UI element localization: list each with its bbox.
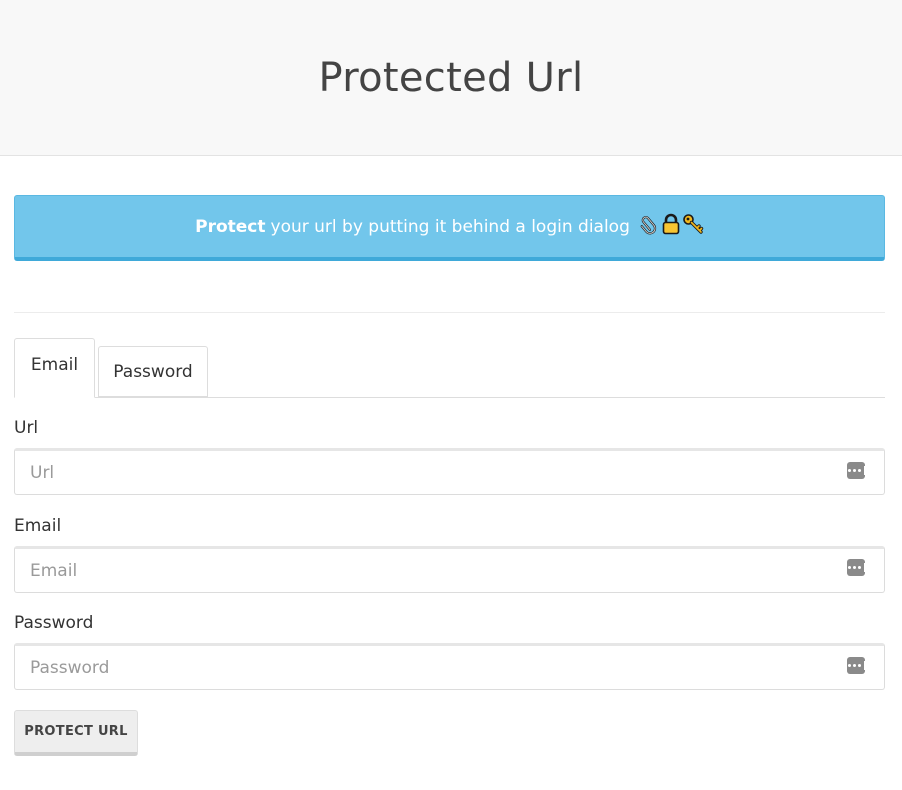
info-banner: Protect your url by putting it behind a … — [14, 195, 885, 261]
password-manager-icon[interactable] — [847, 462, 865, 479]
banner-text: your url by putting it behind a login di… — [270, 216, 630, 237]
password-input[interactable] — [14, 643, 885, 690]
email-input[interactable] — [14, 546, 885, 593]
email-label: Email — [14, 516, 62, 536]
password-manager-icon[interactable] — [847, 657, 865, 674]
protect-url-button[interactable]: PROTECT URL — [14, 710, 138, 756]
url-label: Url — [14, 418, 39, 438]
banner-strong-text: Protect — [195, 216, 266, 237]
banner-emoji-group — [638, 213, 704, 240]
password-label: Password — [14, 613, 94, 633]
paperclip-icon — [638, 213, 660, 240]
password-manager-icon[interactable] — [847, 559, 865, 576]
key-icon — [682, 213, 704, 240]
url-input[interactable] — [14, 448, 885, 495]
tab-password[interactable]: Password — [98, 346, 208, 397]
auth-tabs: Email Password — [14, 338, 885, 398]
page-title: Protected Url — [318, 54, 584, 101]
page-header: Protected Url — [0, 0, 902, 156]
main-content: Protect your url by putting it behind a … — [0, 156, 902, 790]
lock-icon — [662, 213, 680, 240]
section-divider — [14, 312, 885, 313]
tab-email[interactable]: Email — [14, 338, 95, 398]
